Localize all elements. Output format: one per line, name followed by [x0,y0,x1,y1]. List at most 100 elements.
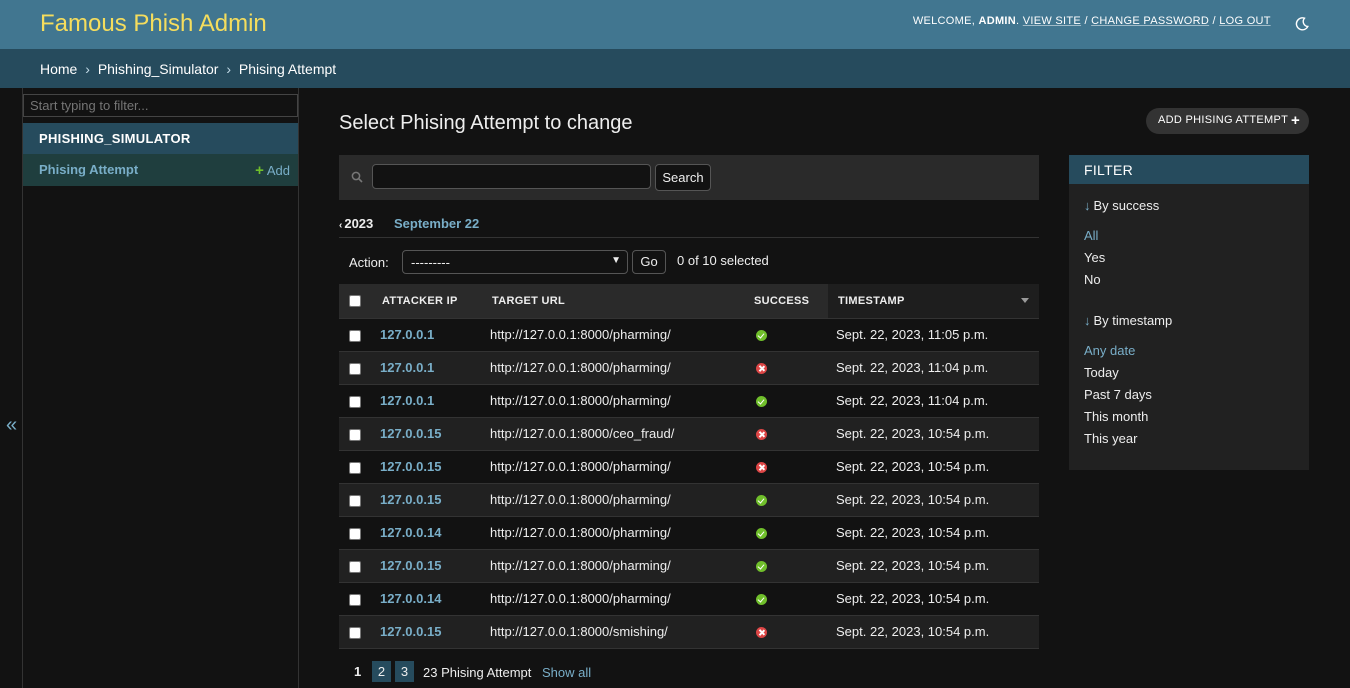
attacker-ip-cell: 127.0.0.15 [372,615,482,649]
arrow-down-icon: ↓ [1084,198,1091,213]
filter-option-yes[interactable]: Yes [1084,250,1105,265]
attacker-ip-link[interactable]: 127.0.0.1 [380,360,434,375]
filter-option-all[interactable]: All [1084,228,1098,243]
column-header-target-url[interactable]: TARGET URL [482,284,744,319]
success-icon [756,561,767,573]
failure-icon [756,462,767,474]
row-checkbox[interactable] [349,329,361,342]
moon-icon[interactable] [1294,16,1310,32]
table-row: 127.0.0.15 http://127.0.0.1:8000/pharming… [339,549,1039,583]
column-header-success[interactable]: SUCCESS [744,284,828,319]
user-tools: WELCOME, ADMIN. VIEW SITE / CHANGE PASSW… [912,15,1271,27]
timestamp-cell: Sept. 22, 2023, 10:54 p.m. [828,483,1039,517]
row-select-cell [339,351,372,385]
row-checkbox[interactable] [349,593,361,606]
filter-panel: FILTER ↓ By success All Yes No ↓ By timest… [1069,155,1309,470]
header: Famous Phish Admin WELCOME, ADMIN. VIEW … [0,0,1350,49]
target-url-cell: http://127.0.0.1:8000/pharming/ [482,351,744,385]
search-input[interactable] [372,164,651,189]
attacker-ip-link[interactable]: 127.0.0.1 [380,327,434,342]
success-cell [744,384,828,418]
change-password-link[interactable]: CHANGE PASSWORD [1091,15,1209,27]
filter-title: FILTER [1069,155,1309,184]
attacker-ip-cell: 127.0.0.15 [372,417,482,451]
row-checkbox[interactable] [349,461,361,474]
logout-link[interactable]: LOG OUT [1219,15,1270,27]
filter-option-this-month[interactable]: This month [1084,409,1148,424]
filter-option-any-date[interactable]: Any date [1084,343,1135,358]
row-checkbox[interactable] [349,494,361,507]
table-row: 127.0.0.15 http://127.0.0.1:8000/pharming… [339,483,1039,517]
site-name[interactable]: Famous Phish Admin [40,10,267,38]
username: ADMIN [978,15,1017,27]
date-back-link[interactable]: ‹ 2023 [339,216,373,231]
table-row: 127.0.0.15 http://127.0.0.1:8000/pharming… [339,450,1039,484]
sort-descending-icon[interactable] [1021,298,1029,303]
attacker-ip-link[interactable]: 127.0.0.14 [380,591,441,606]
plus-icon: + [1290,112,1300,129]
page-link-3[interactable]: 3 [395,661,414,682]
success-icon [756,594,767,606]
collapse-sidebar-icon[interactable]: « [6,414,18,437]
attacker-ip-link[interactable]: 127.0.0.1 [380,393,434,408]
row-checkbox[interactable] [349,560,361,573]
success-icon [756,528,767,540]
date-hierarchy: ‹ 2023 September 22 [339,216,1039,238]
timestamp-cell: Sept. 22, 2023, 11:05 p.m. [828,318,1039,352]
column-header-timestamp[interactable]: TIMESTAMP [828,284,1039,319]
row-select-cell [339,450,372,484]
model-link[interactable]: Phising Attempt [39,162,138,177]
success-cell [744,516,828,550]
row-checkbox[interactable] [349,395,361,408]
add-phising-attempt-button[interactable]: ADD PHISING ATTEMPT + [1146,108,1309,134]
row-checkbox[interactable] [349,428,361,441]
search-button[interactable]: Search [655,164,711,191]
row-checkbox[interactable] [349,362,361,375]
attacker-ip-cell: 127.0.0.15 [372,483,482,517]
attacker-ip-cell: 127.0.0.1 [372,384,482,418]
table-row: 127.0.0.15 http://127.0.0.1:8000/ceo_frau… [339,417,1039,451]
search-toolbar: Search [339,155,1039,200]
filter-option-no[interactable]: No [1084,272,1101,287]
add-model-link[interactable]: + Add [255,162,290,179]
timestamp-cell: Sept. 22, 2023, 10:54 p.m. [828,450,1039,484]
filter-heading-timestamp[interactable]: ↓ By timestamp [1084,313,1172,328]
filter-option-this-year[interactable]: This year [1084,431,1137,446]
attacker-ip-link[interactable]: 127.0.0.15 [380,426,441,441]
table-row: 127.0.0.1 http://127.0.0.1:8000/pharming/… [339,351,1039,385]
filter-option-today[interactable]: Today [1084,365,1119,380]
attacker-ip-link[interactable]: 127.0.0.15 [380,459,441,474]
app-caption[interactable]: PHISHING_SIMULATOR [23,123,298,154]
target-url-cell: http://127.0.0.1:8000/pharming/ [482,516,744,550]
target-url-cell: http://127.0.0.1:8000/pharming/ [482,582,744,616]
attacker-ip-link[interactable]: 127.0.0.14 [380,525,441,540]
success-icon [756,495,767,507]
go-button[interactable]: Go [632,250,666,274]
select-all-checkbox[interactable] [349,294,361,307]
breadcrumb: Home › Phishing_Simulator › Phising Atte… [0,49,1350,88]
attacker-ip-link[interactable]: 127.0.0.15 [380,492,441,507]
filter-option-past-7-days[interactable]: Past 7 days [1084,387,1152,402]
row-checkbox[interactable] [349,527,361,540]
table-row: 127.0.0.1 http://127.0.0.1:8000/pharming/… [339,318,1039,352]
attacker-ip-link[interactable]: 127.0.0.15 [380,624,441,639]
success-cell [744,582,828,616]
show-all-link[interactable]: Show all [542,665,591,680]
filter-heading-success[interactable]: ↓ By success [1084,198,1159,213]
attacker-ip-cell: 127.0.0.1 [372,351,482,385]
breadcrumb-home[interactable]: Home [40,61,77,77]
action-select[interactable]: --------- ▼ [402,250,628,274]
attacker-ip-cell: 127.0.0.1 [372,318,482,352]
view-site-link[interactable]: VIEW SITE [1023,15,1081,27]
row-checkbox[interactable] [349,626,361,639]
row-select-cell [339,549,372,583]
page-link-2[interactable]: 2 [372,661,391,682]
column-header-attacker-ip[interactable]: ATTACKER IP [372,284,482,319]
nav-filter-input[interactable] [23,94,298,117]
attacker-ip-link[interactable]: 127.0.0.15 [380,558,441,573]
breadcrumb-app[interactable]: Phishing_Simulator [98,61,219,77]
result-table: ATTACKER IP TARGET URL SUCCESS TIMESTAMP… [339,284,1039,649]
target-url-cell: http://127.0.0.1:8000/pharming/ [482,318,744,352]
search-icon [351,171,363,183]
row-select-cell [339,615,372,649]
